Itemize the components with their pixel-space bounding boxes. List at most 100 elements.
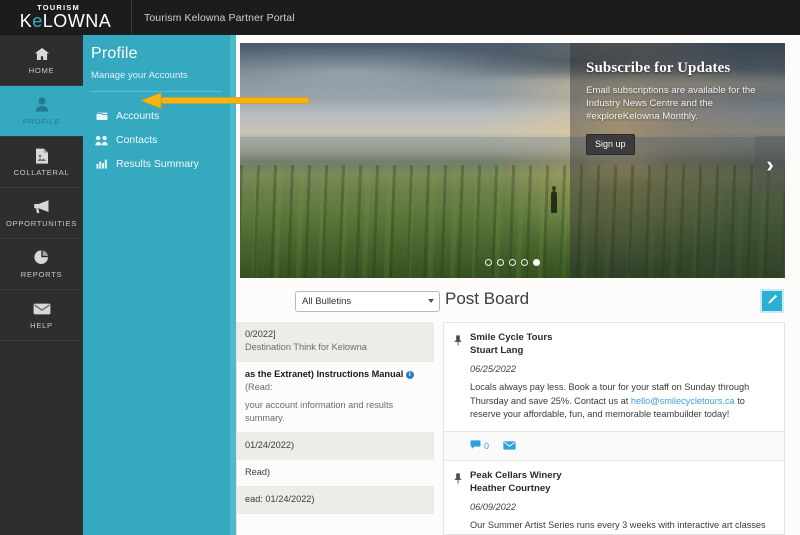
board-header: All Bulletins Post Board [240,289,785,319]
bulletin-filter-select[interactable]: All Bulletins [295,291,440,312]
post-names: Peak Cellars Winery Heather Courtney [470,469,562,495]
post-author: Stuart Lang [470,345,524,356]
chevron-down-icon [428,299,434,303]
sidebar-item-collateral-label: COLLATERAL [13,168,70,177]
comment-icon [470,437,481,455]
bulletin-row[interactable]: ead: 01/24/2022) [237,487,434,514]
sidebar-item-home[interactable]: HOME [0,35,83,86]
post-date: 06/25/2022 [470,364,516,374]
pie-chart-icon [34,249,49,266]
accounts-icon [95,111,108,121]
contacts-icon [95,135,108,146]
bulletin-row-line1: ead: 01/24/2022) [245,494,315,504]
top-bar: TOURISM KeLOWNA Tourism Kelowna Partner … [0,0,800,35]
post-body: Locals always pay less. Book a tour for … [470,381,773,422]
envelope-icon [33,300,51,317]
app-root: TOURISM KeLOWNA Tourism Kelowna Partner … [0,0,800,535]
bulletin-row-line1: 01/24/2022) [245,440,295,450]
hero-title: Subscribe for Updates [586,60,731,76]
post-comment-action[interactable]: 0 [470,437,489,455]
info-icon: i [405,371,414,379]
post-board-list[interactable]: Smile Cycle Tours Stuart Lang 06/25/2022… [443,322,785,535]
bulletin-row[interactable]: Read) [237,460,434,487]
post-date: 06/09/2022 [470,501,516,512]
home-icon [34,45,50,62]
post-author: Heather Courtney [470,482,551,494]
envelope-icon [503,437,516,455]
panel-title: Profile [91,45,138,62]
menu-item-contacts-label: Contacts [116,134,158,146]
hero-description: Email subscriptions are available for th… [586,85,756,122]
bulletin-row-read: (Read: [245,382,273,392]
post-actions: 0 [444,431,784,461]
bulletin-row-bold: as the Extranet) Instructions Manual [245,369,404,379]
pin-icon [454,469,463,495]
bulletin-row-line1: 0/2022] [245,329,276,339]
logo[interactable]: TOURISM KeLOWNA [0,0,132,35]
logo-letters-lown: LOWN [42,10,99,31]
sidebar-item-profile[interactable]: PROFILE [0,86,83,137]
pencil-icon [767,292,778,310]
post-item[interactable]: Smile Cycle Tours Stuart Lang 06/25/2022… [444,323,784,432]
sidebar-item-help-label: HELP [30,321,53,330]
post-organization: Smile Cycle Tours [470,332,553,343]
signup-button[interactable]: Sign up [586,134,635,155]
post-organization: Peak Cellars Winery [470,469,562,481]
bulletin-row-line2: Destination Think for Kelowna [245,342,367,352]
sidebar-item-help[interactable]: HELP [0,290,83,341]
panel-subtitle: Manage your Accounts [91,70,188,81]
logo-letter-e: e [32,10,43,31]
sidebar-item-collateral[interactable]: COLLATERAL [0,137,83,188]
rail-filler [0,341,83,535]
carousel-dot-2[interactable] [497,259,504,266]
logo-letter-a: A [98,10,112,31]
menu-item-contacts[interactable]: Contacts [91,128,230,152]
hero-person-silhouette [550,186,557,214]
sidebar-item-reports[interactable]: REPORTS [0,239,83,290]
menu-item-accounts-label: Accounts [116,110,160,122]
menu-item-results-summary-label: Results Summary [116,158,199,170]
bulletin-row[interactable]: as the Extranet) Instructions Manual i (… [237,362,434,433]
carousel-dot-4[interactable] [521,259,528,266]
menu-item-results-summary[interactable]: Results Summary [91,152,230,176]
logo-kelowna-text: KeLOWNA [20,12,112,30]
post-body: Our Summer Artist Series runs every 3 we… [470,519,766,535]
annotation-arrow-icon [139,92,311,110]
megaphone-icon [33,198,50,215]
primary-nav-rail: HOME PROFILE COLLATERAL OPPORTUNITIES RE [0,35,83,535]
bulletin-row-line2: your account information and results sum… [245,400,394,423]
bulletin-list: 0/2022] Destination Think for Kelowna as… [236,322,434,535]
sidebar-item-profile-label: PROFILE [22,117,61,126]
bulletin-row[interactable]: 0/2022] Destination Think for Kelowna [237,322,434,362]
bulletin-filter-value: All Bulletins [302,296,352,307]
sidebar-item-home-label: HOME [28,66,55,75]
sidebar-item-opportunities[interactable]: OPPORTUNITIES [0,188,83,239]
portal-title: Tourism Kelowna Partner Portal [144,11,295,24]
post-header: Smile Cycle Tours Stuart Lang [454,331,773,357]
post-header: Peak Cellars Winery Heather Courtney [454,469,773,495]
hero-subscribe-panel: Subscribe for Updates Email subscription… [570,43,785,278]
carousel-dot-5-active[interactable] [533,259,540,266]
bulletin-row-line1: Read) [245,467,271,477]
post-board-title: Post Board [445,289,530,308]
pin-icon [454,331,463,357]
carousel-dot-3[interactable] [509,259,516,266]
post-comment-count: 0 [484,440,490,451]
post-email-link[interactable]: hello@smilecycletours.ca [631,396,735,406]
bar-chart-icon [95,159,108,169]
sidebar-item-reports-label: REPORTS [20,270,63,279]
new-post-button[interactable] [760,289,784,313]
bulletin-row-title: as the Extranet) Instructions Manual i (… [245,368,428,394]
post-message-action[interactable] [503,437,516,455]
logo-letter-k: K [19,10,33,31]
post-item[interactable]: Peak Cellars Winery Heather Courtney 06/… [444,461,784,535]
post-names: Smile Cycle Tours Stuart Lang [470,331,552,357]
profile-menu: Accounts Contacts Results Summary [91,104,230,176]
hero-carousel[interactable]: Subscribe for Updates Email subscription… [240,43,785,278]
document-image-icon [35,147,49,164]
carousel-next-arrow-icon[interactable]: › [755,136,785,194]
carousel-dot-1[interactable] [485,259,492,266]
sidebar-item-opportunities-label: OPPORTUNITIES [6,219,77,228]
bulletin-row[interactable]: 01/24/2022) [237,433,434,460]
carousel-dots [240,259,785,266]
